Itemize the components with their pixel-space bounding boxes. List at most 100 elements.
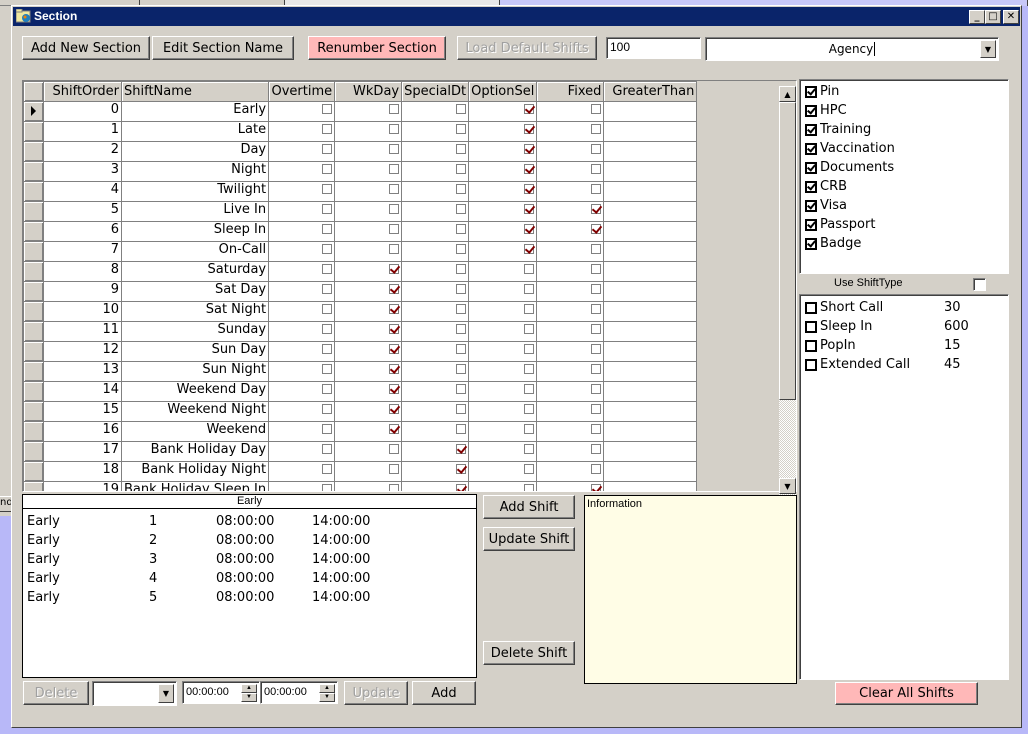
cell-fixed[interactable]: [536, 261, 605, 282]
cell-shiftorder[interactable]: 7: [43, 241, 122, 262]
cell-specialdt[interactable]: [401, 201, 470, 222]
specialdt-checkbox[interactable]: [456, 364, 467, 374]
cell-fixed[interactable]: [536, 161, 605, 182]
cell-wkday[interactable]: [334, 321, 403, 342]
cell-greaterthan[interactable]: [603, 261, 698, 282]
grid-row[interactable]: 19 Bank Holiday Sleep In: [23, 481, 698, 491]
day-select[interactable]: ▼: [92, 681, 177, 706]
cell-greaterthan[interactable]: [603, 461, 698, 482]
wkday-checkbox[interactable]: [389, 404, 400, 414]
cell-shiftname[interactable]: Sunday: [120, 321, 270, 342]
shift-list-row[interactable]: Early 2 08:00:00 14:00:00: [23, 533, 476, 552]
shift-type-item[interactable]: PopIn 15: [805, 336, 995, 355]
shift-type-item[interactable]: Sleep In 600: [805, 317, 995, 336]
shift-list-row[interactable]: Early 4 08:00:00 14:00:00: [23, 571, 476, 590]
grid-row[interactable]: 6 Sleep In: [23, 221, 698, 242]
cell-shiftname[interactable]: Weekend: [120, 421, 270, 442]
cell-specialdt[interactable]: [401, 401, 470, 422]
cell-specialdt[interactable]: [401, 441, 470, 462]
overtime-checkbox[interactable]: [322, 304, 333, 314]
column-header-overtime[interactable]: Overtime: [268, 81, 336, 102]
cell-shiftname[interactable]: Bank Holiday Night: [120, 461, 270, 482]
cell-optionsel[interactable]: [468, 401, 538, 422]
cell-overtime[interactable]: [268, 321, 336, 342]
requirement-item[interactable]: Documents: [805, 158, 894, 177]
cell-optionsel[interactable]: [468, 341, 538, 362]
wkday-checkbox[interactable]: [389, 104, 400, 114]
shift-type-item[interactable]: Short Call 30: [805, 298, 995, 317]
cell-optionsel[interactable]: [468, 121, 538, 142]
cell-shiftorder[interactable]: 1: [43, 121, 122, 142]
row-selector[interactable]: [23, 401, 44, 422]
cell-shiftorder[interactable]: 12: [43, 341, 122, 362]
fixed-checkbox[interactable]: [591, 284, 602, 294]
wkday-checkbox[interactable]: [389, 144, 400, 154]
overtime-checkbox[interactable]: [322, 184, 333, 194]
cell-wkday[interactable]: [334, 481, 403, 491]
row-selector[interactable]: [23, 441, 44, 462]
cell-optionsel[interactable]: [468, 181, 538, 202]
specialdt-checkbox[interactable]: [456, 384, 467, 394]
cell-fixed[interactable]: [536, 321, 605, 342]
cell-optionsel[interactable]: [468, 281, 538, 302]
cell-wkday[interactable]: [334, 401, 403, 422]
agency-combobox[interactable]: Agency ▼: [705, 37, 999, 61]
shift-types-list[interactable]: Short Call 30 Sleep In 600 PopIn 15 Extended C…: [799, 294, 1009, 680]
cell-shiftorder[interactable]: 2: [43, 141, 122, 162]
specialdt-checkbox[interactable]: [456, 124, 467, 134]
cell-greaterthan[interactable]: [603, 401, 698, 422]
specialdt-checkbox[interactable]: [456, 464, 467, 474]
specialdt-checkbox[interactable]: [456, 404, 467, 414]
minimize-button[interactable]: _: [969, 10, 985, 24]
requirement-checkbox[interactable]: [805, 161, 817, 174]
cell-wkday[interactable]: [334, 241, 403, 262]
grid-row[interactable]: 0 Early: [23, 101, 698, 122]
wkday-checkbox[interactable]: [389, 164, 400, 174]
wkday-checkbox[interactable]: [389, 124, 400, 134]
cell-greaterthan[interactable]: [603, 221, 698, 242]
cell-wkday[interactable]: [334, 261, 403, 282]
cell-greaterthan[interactable]: [603, 321, 698, 342]
cell-shiftorder[interactable]: 8: [43, 261, 122, 282]
cell-wkday[interactable]: [334, 161, 403, 182]
cell-shiftname[interactable]: Sun Night: [120, 361, 270, 382]
specialdt-checkbox[interactable]: [456, 244, 467, 254]
cell-fixed[interactable]: [536, 141, 605, 162]
cell-overtime[interactable]: [268, 101, 336, 122]
column-header-optionsel[interactable]: OptionSel: [468, 81, 538, 102]
cell-greaterthan[interactable]: [603, 281, 698, 302]
wkday-checkbox[interactable]: [389, 204, 400, 214]
row-selector[interactable]: [23, 141, 44, 162]
cell-greaterthan[interactable]: [603, 101, 698, 122]
optionsel-checkbox[interactable]: [524, 404, 535, 414]
fixed-checkbox[interactable]: [591, 384, 602, 394]
requirement-item[interactable]: Pin: [805, 82, 839, 101]
column-header-wkday[interactable]: WkDay: [334, 81, 403, 102]
grid-row[interactable]: 7 On-Call: [23, 241, 698, 262]
specialdt-checkbox[interactable]: [456, 264, 467, 274]
cell-greaterthan[interactable]: [603, 441, 698, 462]
cell-overtime[interactable]: [268, 441, 336, 462]
overtime-checkbox[interactable]: [322, 264, 333, 274]
optionsel-checkbox[interactable]: [524, 244, 535, 254]
requirement-item[interactable]: Training: [805, 120, 871, 139]
cell-wkday[interactable]: [334, 281, 403, 302]
load-default-shifts-button[interactable]: Load Default Shifts: [457, 36, 597, 60]
grid-row[interactable]: 8 Saturday: [23, 261, 698, 282]
cell-shiftname[interactable]: Sat Day: [120, 281, 270, 302]
requirement-item[interactable]: Badge: [805, 234, 861, 253]
row-selector[interactable]: [23, 261, 44, 282]
cell-shiftname[interactable]: Bank Holiday Day: [120, 441, 270, 462]
specialdt-checkbox[interactable]: [456, 164, 467, 174]
requirement-checkbox[interactable]: [805, 218, 817, 231]
cell-greaterthan[interactable]: [603, 301, 698, 322]
wkday-checkbox[interactable]: [389, 344, 400, 354]
shift-type-item[interactable]: Extended Call 45: [805, 355, 995, 374]
fixed-checkbox[interactable]: [591, 244, 602, 254]
chevron-down-icon[interactable]: ▼: [980, 40, 996, 58]
cell-specialdt[interactable]: [401, 281, 470, 302]
grid-row[interactable]: 17 Bank Holiday Day: [23, 441, 698, 462]
requirement-checkbox[interactable]: [805, 199, 817, 212]
cell-optionsel[interactable]: [468, 141, 538, 162]
cell-fixed[interactable]: [536, 281, 605, 302]
